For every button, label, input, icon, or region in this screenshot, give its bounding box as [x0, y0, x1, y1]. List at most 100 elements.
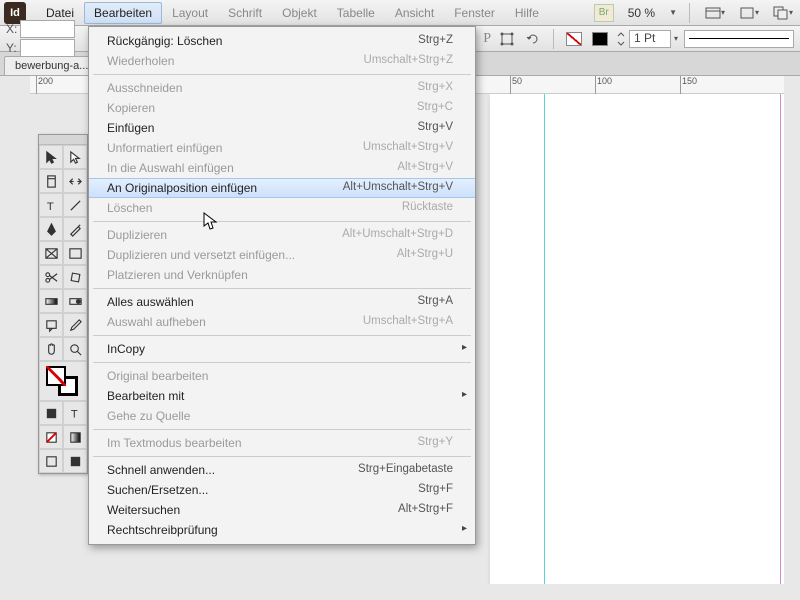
stroke-weight-input[interactable]: 1 Pt	[629, 30, 671, 48]
view-options-icon[interactable]: ▾	[702, 3, 728, 23]
menu-separator	[93, 288, 471, 289]
menu-item[interactable]: An Originalposition einfügenAlt+Umschalt…	[89, 178, 475, 198]
gradient-feather-tool-icon[interactable]	[63, 289, 87, 313]
free-transform-tool-icon[interactable]	[63, 265, 87, 289]
menu-item-label: Einfügen	[107, 121, 154, 135]
apply-gradient-icon[interactable]	[63, 425, 87, 449]
menu-item: In die Auswahl einfügenAlt+Strg+V	[89, 158, 475, 178]
y-input[interactable]	[20, 39, 75, 57]
menu-item-label: Suchen/Ersetzen...	[107, 483, 208, 497]
menu-item[interactable]: WeitersuchenAlt+Strg+F	[89, 500, 475, 520]
menu-item-shortcut: Umschalt+Strg+A	[363, 315, 453, 329]
menu-item[interactable]: Bearbeiten mit	[89, 386, 475, 406]
menu-item-shortcut: Strg+F	[418, 483, 453, 497]
svg-text:T: T	[70, 408, 77, 420]
menu-hilfe[interactable]: Hilfe	[505, 2, 549, 24]
document-tab[interactable]: bewerbung-a...	[4, 56, 99, 75]
menu-item-shortcut: Strg+Z	[418, 34, 453, 48]
pencil-tool-icon[interactable]	[63, 217, 87, 241]
eyedropper-tool-icon[interactable]	[63, 313, 87, 337]
menu-item: WiederholenUmschalt+Strg+Z	[89, 51, 475, 71]
bridge-button[interactable]: Br	[594, 4, 614, 22]
menu-item-label: Ausschneiden	[107, 81, 182, 95]
menu-item-shortcut: Rücktaste	[402, 201, 453, 215]
menu-item: Duplizieren Alt+Umschalt+Strg+D	[89, 225, 475, 245]
menu-item: Löschen Rücktaste	[89, 198, 475, 218]
selection-tool-icon[interactable]	[39, 145, 63, 169]
line-tool-icon[interactable]	[63, 193, 87, 217]
menu-item[interactable]: Rückgängig: LöschenStrg+Z	[89, 31, 475, 51]
screen-mode-icon[interactable]: ▾	[736, 3, 762, 23]
menu-item-label: Weitersuchen	[107, 503, 180, 517]
guide-cyan[interactable]	[544, 94, 545, 584]
panel-grip[interactable]	[39, 135, 87, 145]
transform-icon[interactable]	[497, 30, 517, 48]
menu-item-shortcut: Strg+X	[418, 81, 453, 95]
menu-item[interactable]: Suchen/Ersetzen... Strg+F	[89, 480, 475, 500]
rectangle-frame-tool-icon[interactable]	[39, 241, 63, 265]
stepper-icon[interactable]	[616, 31, 626, 47]
menu-item[interactable]: InCopy	[89, 339, 475, 359]
menu-item-label: InCopy	[107, 342, 145, 356]
fill-stroke-swatch[interactable]	[39, 361, 87, 401]
note-tool-icon[interactable]	[39, 313, 63, 337]
menu-item-label: Duplizieren	[107, 228, 167, 242]
edit-menu-dropdown: Rückgängig: LöschenStrg+ZWiederholenUmsc…	[88, 26, 476, 545]
menu-item[interactable]: Rechtschreibprüfung	[89, 520, 475, 540]
menu-ansicht[interactable]: Ansicht	[385, 2, 444, 24]
menu-fenster[interactable]: Fenster	[444, 2, 505, 24]
zoom-tool-icon[interactable]	[63, 337, 87, 361]
menu-schrift[interactable]: Schrift	[218, 2, 272, 24]
menu-objekt[interactable]: Objekt	[272, 2, 327, 24]
preview-view-icon[interactable]	[63, 449, 87, 473]
guide-magenta[interactable]	[780, 94, 781, 584]
formatting-text-icon[interactable]: T	[63, 401, 87, 425]
x-label: X:	[6, 22, 17, 36]
arrange-icon[interactable]: ▾	[770, 3, 796, 23]
fill-swatch[interactable]	[564, 30, 584, 48]
menu-item: Platzieren und Verknüpfen	[89, 265, 475, 285]
apply-color-icon[interactable]	[39, 401, 63, 425]
zoom-dropdown-icon[interactable]: ▼	[669, 8, 677, 17]
normal-view-icon[interactable]	[39, 449, 63, 473]
stroke-swatch[interactable]	[590, 30, 610, 48]
menu-item[interactable]: Einfügen Strg+V	[89, 118, 475, 138]
menu-item-shortcut: Strg+Eingabetaste	[358, 463, 453, 477]
menu-item[interactable]: Schnell anwenden...Strg+Eingabetaste	[89, 460, 475, 480]
page-tool-icon[interactable]	[39, 169, 63, 193]
menu-item-shortcut: Alt+Umschalt+Strg+D	[342, 228, 453, 242]
menu-item-shortcut: Strg+A	[418, 295, 453, 309]
menu-tabelle[interactable]: Tabelle	[327, 2, 385, 24]
menu-bearbeiten[interactable]: Bearbeiten	[84, 2, 162, 24]
menu-item: Duplizieren und versetzt einfügen...Alt+…	[89, 245, 475, 265]
gradient-swatch-tool-icon[interactable]	[39, 289, 63, 313]
apply-none-icon[interactable]	[39, 425, 63, 449]
scissors-tool-icon[interactable]	[39, 265, 63, 289]
default-fill-icon[interactable]	[46, 366, 66, 386]
hand-tool-icon[interactable]	[39, 337, 63, 361]
pen-tool-icon[interactable]	[39, 217, 63, 241]
menu-item[interactable]: Alles auswählenStrg+A	[89, 292, 475, 312]
menu-separator	[93, 335, 471, 336]
menu-separator	[93, 74, 471, 75]
menu-item-shortcut: Strg+V	[418, 121, 453, 135]
zoom-level[interactable]: 50 %	[622, 6, 661, 20]
rotate-icon[interactable]	[523, 30, 543, 48]
stroke-style-select[interactable]	[684, 30, 794, 48]
x-input[interactable]	[20, 20, 75, 38]
menu-separator	[93, 429, 471, 430]
rectangle-tool-icon[interactable]	[63, 241, 87, 265]
menu-item-label: Original bearbeiten	[107, 369, 208, 383]
menu-item-shortcut: Strg+Y	[418, 436, 453, 450]
type-tool-icon[interactable]: T	[39, 193, 63, 217]
stroke-dropdown-icon[interactable]: ▾	[674, 34, 678, 43]
paragraph-icon[interactable]: P	[483, 31, 491, 47]
menu-item-shortcut: Umschalt+Strg+Z	[364, 54, 453, 68]
direct-selection-tool-icon[interactable]	[63, 145, 87, 169]
menu-item-shortcut: Alt+Strg+U	[397, 248, 453, 262]
menu-item-label: Löschen	[107, 201, 152, 215]
menu-item-label: Im Textmodus bearbeiten	[107, 436, 242, 450]
menu-layout[interactable]: Layout	[162, 2, 218, 24]
gap-tool-icon[interactable]	[63, 169, 87, 193]
menu-item-label: An Originalposition einfügen	[107, 181, 257, 195]
